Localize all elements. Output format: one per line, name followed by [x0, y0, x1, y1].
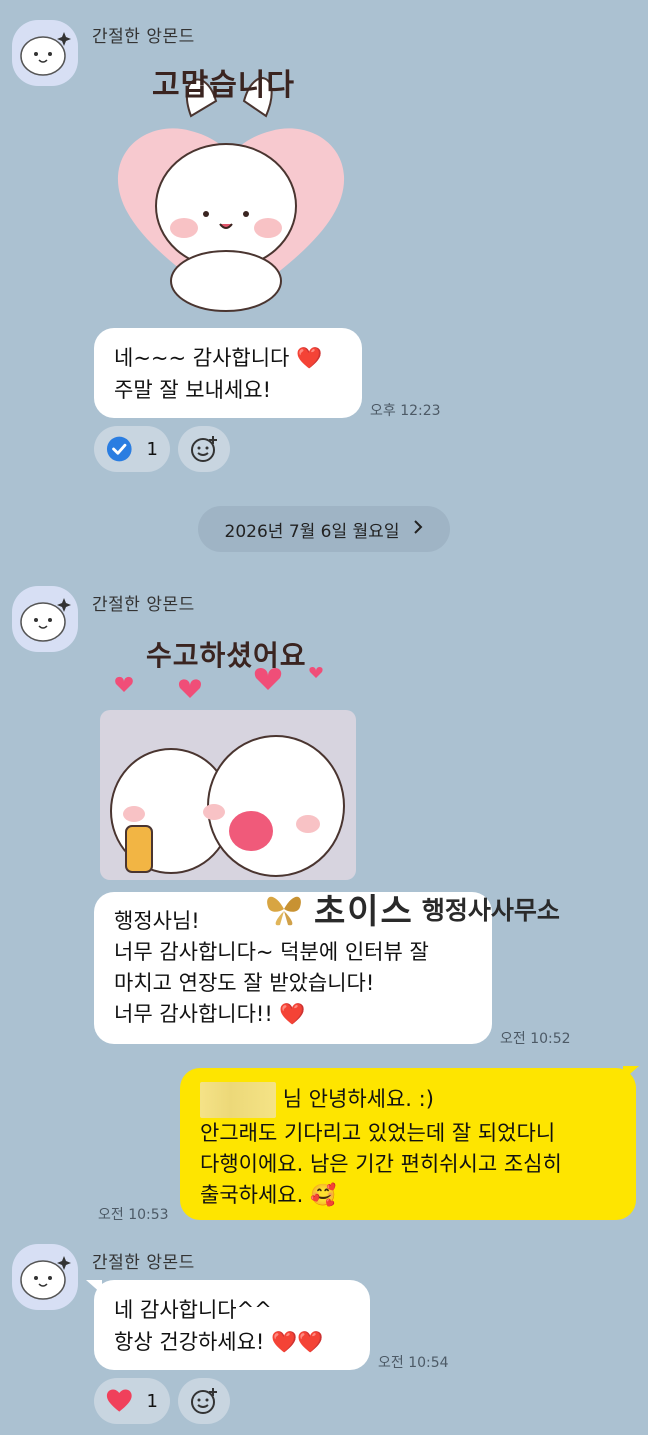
sender-name: 간절한 앙몬드 [92, 1253, 195, 1273]
butterfly-logo-icon [267, 896, 301, 925]
add-reaction-button[interactable] [178, 1378, 230, 1424]
greeting-line: 님 안녕하세요. :) [282, 1087, 434, 1111]
avatar[interactable] [12, 1244, 78, 1310]
watermark: 초이스 행정사사무소 [262, 884, 560, 933]
message-time: 오전 10:53 [98, 1207, 169, 1223]
message-time: 오후 12:23 [370, 403, 441, 419]
date-text: 2026년 7월 6일 월요일 [224, 521, 400, 542]
watermark-suffix: 행정사사무소 [421, 895, 560, 925]
reaction-count: 1 [146, 1390, 158, 1412]
profile-character-icon [20, 32, 71, 76]
avatar[interactable] [12, 586, 78, 652]
reaction-count-pill[interactable]: 1 [94, 426, 170, 472]
date-divider[interactable]: 2026년 7월 6일 월요일 [198, 506, 450, 552]
reaction-count-pill[interactable]: 1 [94, 1378, 170, 1424]
chevron-right-icon [413, 519, 423, 539]
redacted-name [200, 1082, 276, 1118]
profile-character-icon [20, 598, 71, 642]
sender-name: 간절한 앙몬드 [92, 595, 195, 615]
sticker-caption: 고맙습니다 [152, 68, 295, 103]
sticker-caption: 수고하셨어요 [146, 639, 307, 672]
message-text: 안그래도 기다리고 있었는데 잘 되었다니 다행이에요. 남은 기간 편히쉬시고… [200, 1121, 562, 1207]
heart-icon [106, 1389, 132, 1412]
sticker-thank-you[interactable]: 고맙습니다 [96, 56, 366, 318]
message-time: 오전 10:54 [378, 1355, 449, 1371]
message-bubble[interactable]: 네 감사합니다^^ 항상 건강하세요! ❤️❤️ [94, 1280, 370, 1370]
my-message-bubble[interactable]: 님 안녕하세요. :) 안그래도 기다리고 있었는데 잘 되었다니 다행이에요.… [180, 1068, 636, 1220]
watermark-brand: 초이스 [314, 892, 414, 932]
check-icon [106, 436, 132, 462]
message-bubble[interactable]: 네~~~ 감사합니다 ❤️ 주말 잘 보내세요! [94, 328, 362, 418]
sticker-good-work[interactable]: 수고하셨어요 [96, 626, 366, 884]
add-emoji-icon [191, 1388, 217, 1414]
reaction-count: 1 [146, 438, 158, 460]
add-emoji-icon [191, 436, 217, 462]
add-reaction-button[interactable] [178, 426, 230, 472]
avatar[interactable] [12, 20, 78, 86]
profile-character-icon [20, 1256, 71, 1300]
message-time: 오전 10:52 [500, 1031, 571, 1047]
sender-name: 간절한 앙몬드 [92, 27, 195, 47]
